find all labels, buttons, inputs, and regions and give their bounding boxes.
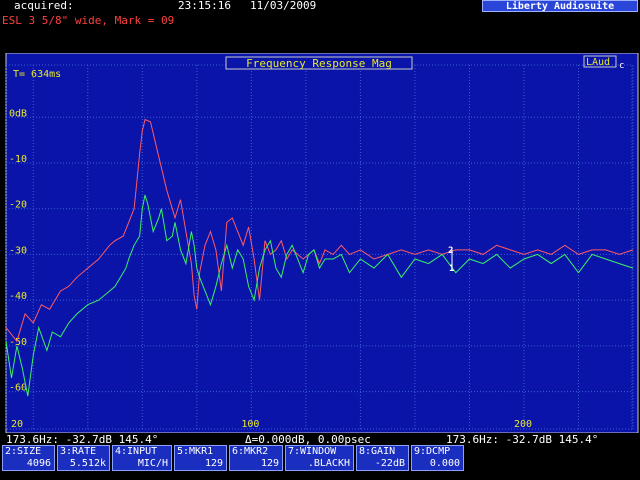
function-key-bar: 2:SIZE 4096 3:RATE 5.512k 4:INPUT MIC/H 5:MKR1… xyxy=(0,445,640,472)
fkey-mkr1[interactable]: 5:MKR1 129 xyxy=(174,445,227,471)
laud-logo-suffix: c xyxy=(619,61,624,71)
fkey-window[interactable]: 7:WINDOW .BLACKH xyxy=(285,445,354,471)
fkey-value: -22dB xyxy=(374,458,405,469)
time-window-label: T= 634ms xyxy=(13,69,61,80)
fkey-value: MIC/H xyxy=(137,458,168,469)
y-tick-label: -20 xyxy=(9,200,27,211)
marker-1-label: 1 xyxy=(449,264,454,274)
marker-2-label: 2 xyxy=(448,246,453,256)
chart-title: Frequency Response Mag xyxy=(246,57,392,70)
fkey-label: 7:WINDOW xyxy=(288,446,337,457)
acquired-date: 11/03/2009 xyxy=(250,0,317,12)
acquired-label: acquired: xyxy=(14,0,74,12)
fkey-input[interactable]: 4:INPUT MIC/H xyxy=(112,445,172,471)
fkey-gain[interactable]: 8:GAIN -22dB xyxy=(356,445,409,471)
laud-logo: LAud xyxy=(586,57,610,68)
fkey-value: 5.512k xyxy=(69,458,106,469)
fkey-value: 4096 xyxy=(26,458,51,469)
y-tick-label: -40 xyxy=(9,291,27,302)
x-tick-label: 200 xyxy=(514,419,532,430)
fkey-label: 5:MKR1 xyxy=(177,446,214,457)
fkey-size[interactable]: 2:SIZE 4096 xyxy=(2,445,55,471)
fkey-value: .BLACKH xyxy=(307,458,350,469)
plot-area xyxy=(5,53,639,433)
acquired-time: 23:15:16 xyxy=(178,0,231,12)
y-tick-label: 0dB xyxy=(9,108,27,119)
x-tick-label: 100 xyxy=(241,419,259,430)
fkey-mkr2[interactable]: 6:MKR2 129 xyxy=(229,445,283,471)
fkey-label: 9:DCMP xyxy=(414,446,451,457)
fkey-label: 3:RATE xyxy=(60,446,97,457)
frequency-response-chart[interactable]: Frequency Response Mag LAud c T= 634ms 0dB -1… xyxy=(0,53,640,433)
fkey-label: 6:MKR2 xyxy=(232,446,269,457)
fkey-value: 129 xyxy=(260,458,279,469)
fkey-value: 129 xyxy=(204,458,223,469)
fkey-value: 0.000 xyxy=(429,458,460,469)
fkey-rate[interactable]: 3:RATE 5.512k xyxy=(57,445,110,471)
y-tick-label: -30 xyxy=(9,245,27,256)
app-title-badge: Liberty Audiosuite xyxy=(482,0,638,12)
fkey-dcmp[interactable]: 9:DCMP 0.000 xyxy=(411,445,464,471)
y-tick-label: -60 xyxy=(9,383,27,394)
fkey-label: 4:INPUT xyxy=(115,446,158,457)
measurement-description: ESL 3 5/8" wide, Mark = 09 xyxy=(2,14,175,27)
fkey-label: 2:SIZE xyxy=(5,446,42,457)
x-tick-label: 20 xyxy=(11,419,23,430)
fkey-label: 8:GAIN xyxy=(359,446,396,457)
y-tick-label: -10 xyxy=(9,154,27,165)
